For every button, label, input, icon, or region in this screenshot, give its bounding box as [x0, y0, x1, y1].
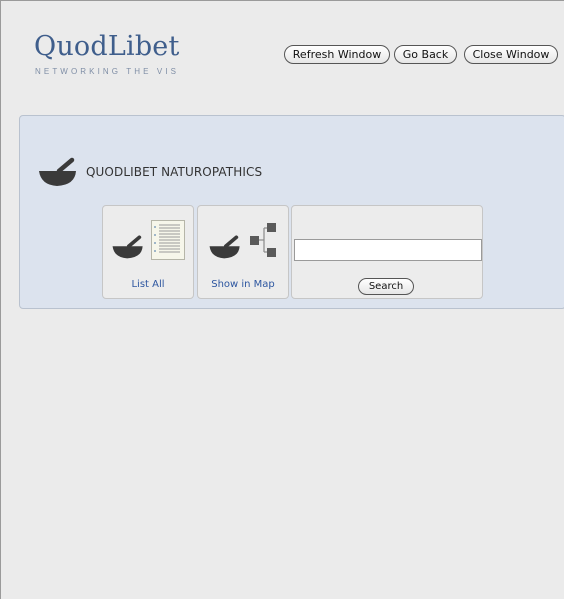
mortar-pestle-icon	[209, 235, 240, 259]
panel-heading-label: QUODLIBET NATUROPATHICS	[86, 165, 263, 179]
mortar-pestle-icon	[39, 157, 76, 186]
logo-title: QuodLibet	[34, 31, 180, 62]
naturopathics-panel: QUODLIBET NATUROPATHICS List All Show in…	[19, 115, 564, 309]
go-back-button[interactable]: Go Back	[394, 45, 457, 64]
close-window-button[interactable]: Close Window	[464, 45, 558, 64]
tree-map-icon	[250, 223, 276, 257]
logo[interactable]: QuodLibet NETWORKING THE VIS	[34, 31, 180, 76]
mortar-pestle-icon	[112, 235, 143, 259]
refresh-window-button[interactable]: Refresh Window	[284, 45, 390, 64]
show-in-map-tile[interactable]: Show in Map	[197, 205, 289, 299]
search-tile: Search	[291, 205, 483, 299]
list-all-link[interactable]: List All	[103, 279, 193, 290]
search-button[interactable]: Search	[358, 278, 414, 295]
app-window: QuodLibet NETWORKING THE VIS Refresh Win…	[0, 0, 564, 599]
search-input[interactable]	[294, 239, 482, 261]
panel-heading: QUODLIBET NATUROPATHICS	[38, 156, 262, 188]
show-in-map-link[interactable]: Show in Map	[198, 279, 288, 290]
list-document-icon	[151, 220, 185, 260]
logo-tagline: NETWORKING THE VIS	[35, 67, 180, 76]
list-all-tile[interactable]: List All	[102, 205, 194, 299]
